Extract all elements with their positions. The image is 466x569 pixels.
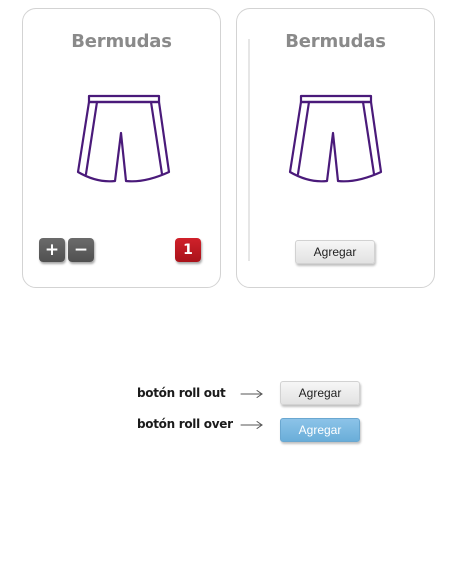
product-card-bermudas-add: Bermudas Agregar <box>236 8 435 288</box>
decrease-quantity-button[interactable]: − <box>68 238 94 262</box>
quantity-badge: 1 <box>175 238 201 262</box>
minus-icon: − <box>73 239 89 260</box>
product-title: Bermudas <box>71 31 172 52</box>
rollover-state-button-sample[interactable]: Agregar <box>280 418 360 442</box>
product-card-bermudas-quantity: Bermudas + − 1 <box>22 8 221 288</box>
long-arrow-right-icon <box>240 421 263 429</box>
increase-quantity-button[interactable]: + <box>39 238 65 262</box>
shorts-icon <box>76 94 171 183</box>
rollout-state-button-sample[interactable]: Agregar <box>280 381 360 405</box>
plus-icon: + <box>44 239 60 260</box>
page: Bermudas + − 1 Bermudas Agregar botón ro… <box>0 0 466 569</box>
roll-out-label: botón roll out <box>137 386 226 400</box>
add-to-cart-button[interactable]: Agregar <box>295 240 375 264</box>
divider <box>248 39 250 261</box>
shorts-icon <box>288 94 383 183</box>
product-title: Bermudas <box>285 31 386 52</box>
long-arrow-right-icon <box>240 390 263 398</box>
roll-over-label: botón roll over <box>137 417 233 431</box>
